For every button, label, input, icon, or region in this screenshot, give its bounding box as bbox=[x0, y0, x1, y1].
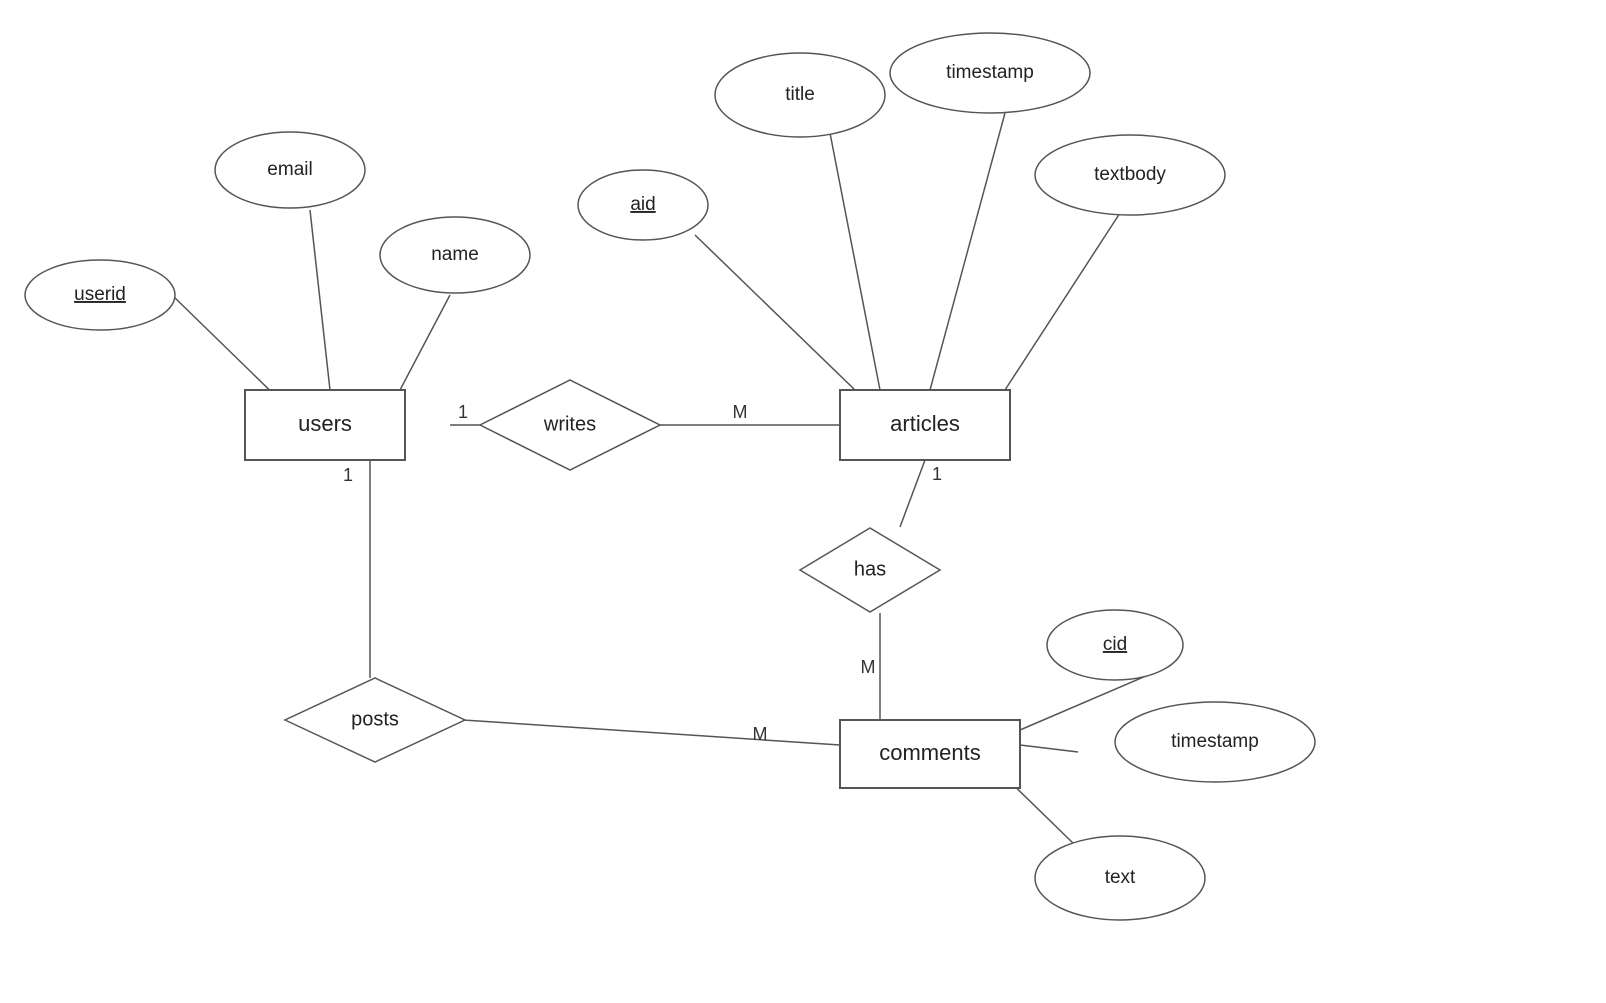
line-comments-timestamp bbox=[1020, 745, 1078, 752]
attr-timestamp-comments-label: timestamp bbox=[1171, 731, 1259, 752]
entity-users-label: users bbox=[298, 411, 352, 436]
line-articles-aid bbox=[695, 235, 855, 390]
relationship-posts-label: posts bbox=[351, 708, 399, 730]
cardinality-articles-has: 1 bbox=[932, 464, 942, 484]
cardinality-posts-comments: M bbox=[753, 724, 768, 744]
attr-email-label: email bbox=[267, 159, 312, 180]
attr-aid-label: aid bbox=[630, 194, 655, 215]
line-articles-title bbox=[830, 133, 880, 390]
attr-name-label: name bbox=[431, 244, 479, 265]
entity-comments-label: comments bbox=[879, 740, 980, 765]
attr-userid-label: userid bbox=[74, 284, 126, 305]
cardinality-users-posts: 1 bbox=[343, 465, 353, 485]
line-articles-timestamp bbox=[930, 113, 1005, 390]
line-articles-has bbox=[900, 460, 925, 527]
line-posts-comments bbox=[463, 720, 840, 745]
cardinality-writes-articles: M bbox=[733, 402, 748, 422]
line-articles-textbody bbox=[1005, 213, 1120, 390]
line-users-email bbox=[310, 210, 330, 390]
attr-textbody-label: textbody bbox=[1094, 164, 1166, 185]
attr-timestamp-articles-label: timestamp bbox=[946, 62, 1034, 83]
attr-title-label: title bbox=[785, 84, 815, 105]
cardinality-has-comments: M bbox=[861, 657, 876, 677]
relationship-has-label: has bbox=[854, 558, 886, 580]
entity-articles-label: articles bbox=[890, 411, 960, 436]
cardinality-users-writes: 1 bbox=[458, 402, 468, 422]
attr-text-label: text bbox=[1105, 867, 1136, 888]
relationship-writes-label: writes bbox=[543, 413, 596, 435]
attr-cid-label: cid bbox=[1103, 634, 1127, 655]
line-users-name bbox=[400, 295, 450, 390]
